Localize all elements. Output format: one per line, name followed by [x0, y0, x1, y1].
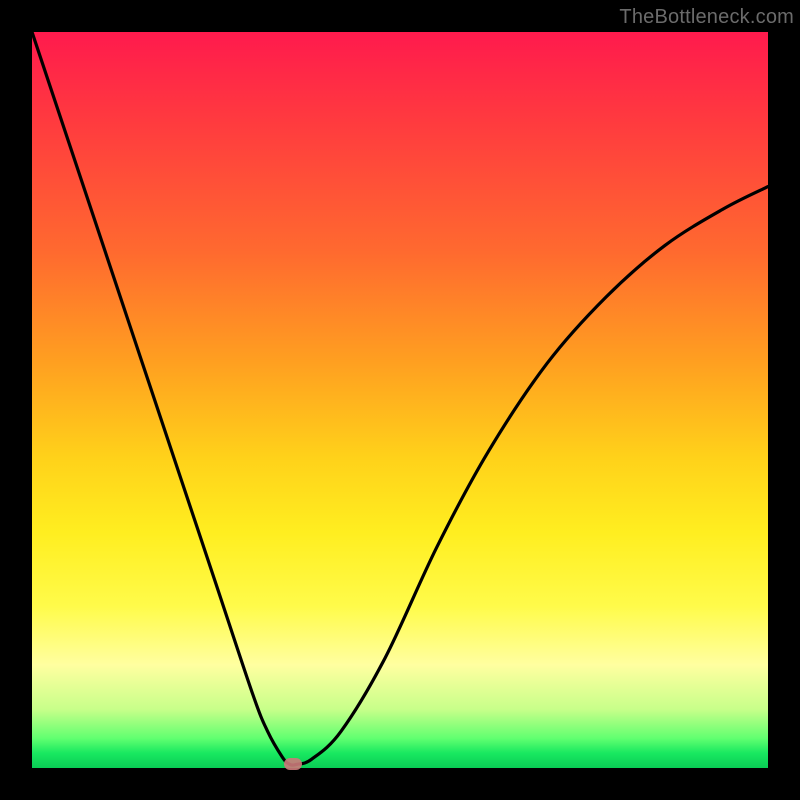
- plot-area: [32, 32, 768, 768]
- optimal-point-marker: [284, 758, 302, 770]
- watermark-text: TheBottleneck.com: [619, 6, 794, 29]
- chart-frame: TheBottleneck.com: [0, 0, 800, 800]
- bottleneck-curve: [32, 32, 768, 768]
